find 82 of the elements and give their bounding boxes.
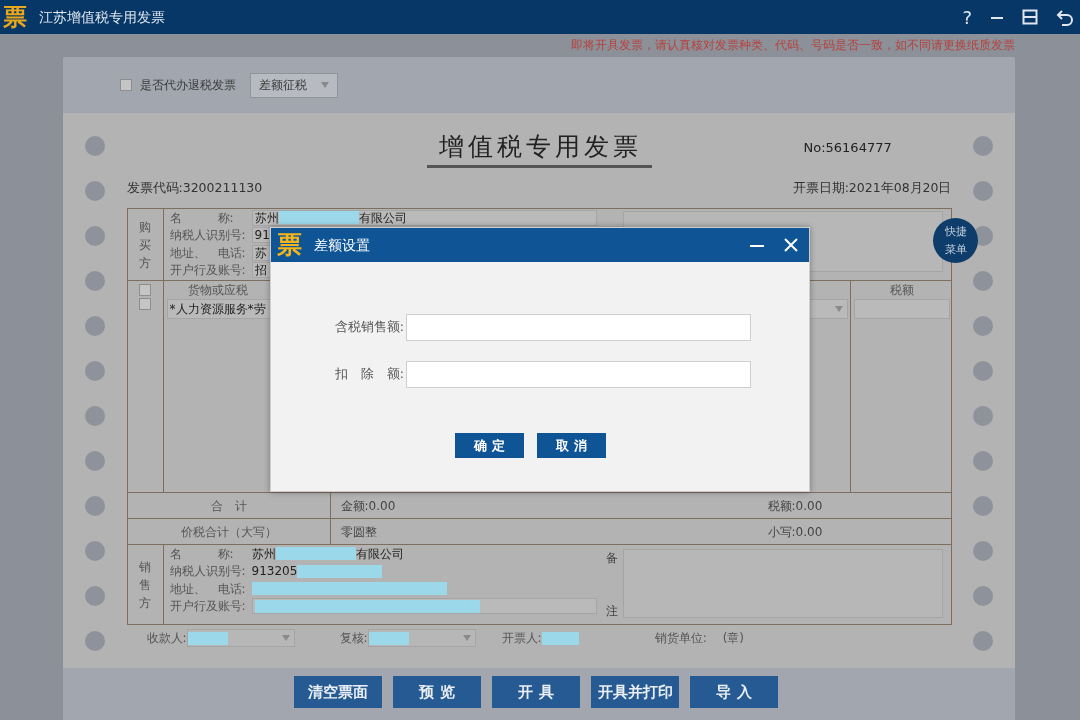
close-icon[interactable]: [783, 237, 799, 253]
binding-hole: [84, 586, 105, 606]
binding-hole: [973, 181, 994, 201]
field-label: 开户行及账号:: [169, 598, 247, 616]
binding-hole: [84, 496, 105, 516]
binding-hole: [84, 226, 105, 246]
total-value: 金额:0.00: [339, 497, 397, 515]
total-value: 税额:0.00: [767, 497, 824, 515]
action-button[interactable]: 开具并打印: [591, 676, 679, 708]
field-value: 苏州 有限公司: [251, 209, 597, 226]
input-field[interactable]: [406, 314, 751, 341]
total-value: 小写:0.00: [767, 523, 824, 541]
checkbox[interactable]: [139, 298, 151, 310]
undo-icon[interactable]: [1056, 8, 1074, 26]
action-button[interactable]: 预 览: [393, 676, 481, 708]
binding-hole: [973, 586, 994, 606]
footer-label: 开票人:: [501, 630, 542, 647]
window-title: 江苏增值税专用发票: [39, 7, 165, 27]
field-value: 苏州: [251, 545, 276, 563]
checkbox[interactable]: [139, 284, 151, 296]
footer-label: 销货单位:: [654, 630, 707, 647]
binding-hole: [973, 316, 994, 336]
binding-hole: [84, 136, 105, 156]
field-label: 扣 除 额:: [333, 365, 404, 384]
invoice-number: No:56164777: [802, 138, 893, 157]
binding-hole: [84, 451, 105, 471]
action-button[interactable]: 清空票面: [294, 676, 382, 708]
field-label: 名 称:: [169, 209, 235, 227]
remark-label: 注: [605, 603, 618, 620]
invoice-title: 增值税专用发票: [426, 129, 652, 168]
binding-hole: [973, 406, 994, 426]
remark-label: 备: [605, 550, 618, 567]
invoice-code: 发票代码:3200211130: [126, 178, 263, 197]
binding-hole: [973, 496, 994, 516]
action-button[interactable]: 导 入: [690, 676, 778, 708]
field-label: 地址、 电话:: [169, 244, 247, 262]
binding-hole: [84, 406, 105, 426]
signer-select[interactable]: [367, 629, 476, 647]
binding-hole: [84, 316, 105, 336]
dialog-button[interactable]: 取 消: [537, 433, 606, 458]
binding-hole: [973, 541, 994, 561]
binding-hole: [973, 451, 994, 471]
party-label: 购买方: [139, 218, 151, 272]
binding-hole: [84, 271, 105, 291]
binding-hole: [84, 181, 105, 201]
total-label: 价税合计（大写）: [127, 519, 331, 544]
binding-hole: [973, 361, 994, 381]
column-header: 货物或应税: [186, 282, 249, 299]
column-header: 税额: [888, 282, 915, 299]
tax-amount-field[interactable]: [853, 299, 950, 319]
checkbox-label: 是否代办退税发票: [140, 77, 236, 94]
binding-hole: [973, 631, 994, 651]
field-label: 地址、 电话:: [169, 580, 247, 598]
app-logo: 票: [3, 2, 27, 32]
field-value: 913205: [251, 563, 298, 581]
party-label: 销售方: [139, 558, 151, 612]
restore-icon[interactable]: [1022, 9, 1038, 25]
checkbox[interactable]: [120, 79, 132, 91]
field-label: 开户行及账号:: [169, 262, 247, 280]
footer-label: 收款人:: [146, 630, 187, 647]
binding-hole: [973, 136, 994, 156]
footer-label: 复核:: [339, 630, 368, 647]
field-label: 纳税人识别号:: [169, 563, 247, 581]
notice-text: 即将开具发票，请认真核对发票种类、代码、号码是否一致，如不同请更换纸质发票: [570, 37, 1016, 54]
input-field[interactable]: [406, 361, 751, 388]
binding-hole: [84, 541, 105, 561]
binding-hole: [84, 631, 105, 651]
field-value: 有限公司: [355, 545, 404, 563]
action-button[interactable]: 开 具: [492, 676, 580, 708]
field-label: 名 称:: [169, 545, 235, 563]
footer-value: (章): [722, 630, 745, 647]
total-value: 零圆整: [339, 523, 378, 541]
field-label: 纳税人识别号:: [169, 227, 247, 245]
field-label: 含税销售额:: [333, 318, 404, 337]
dialog-button[interactable]: 确 定: [455, 433, 524, 458]
help-button[interactable]: ?: [962, 3, 972, 31]
invoice-date: 开票日期:2021年08月20日: [792, 178, 952, 197]
total-label: 合 计: [127, 493, 331, 518]
binding-hole: [84, 361, 105, 381]
tax-mode-select[interactable]: 差额征税: [250, 72, 338, 98]
binding-hole: [973, 271, 994, 291]
signer-select[interactable]: [186, 629, 295, 647]
